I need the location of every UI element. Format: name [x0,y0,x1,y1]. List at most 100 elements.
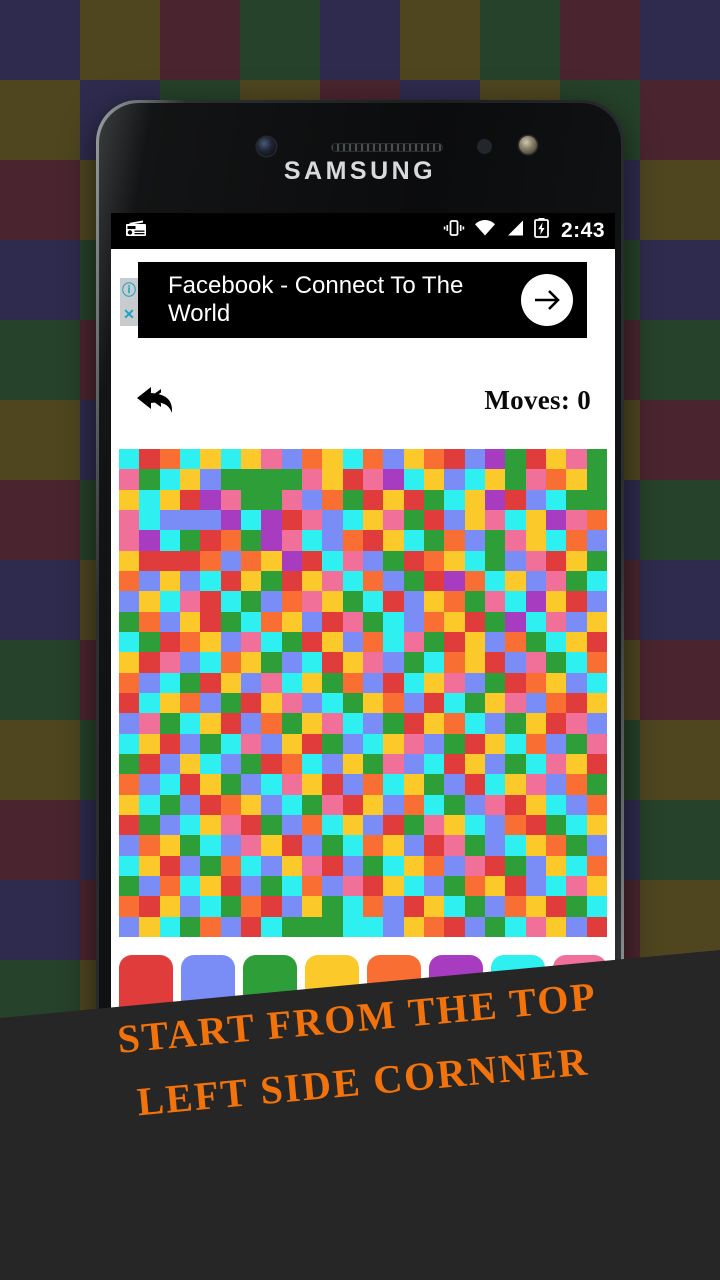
grid-cell[interactable] [566,896,587,917]
grid-cell[interactable] [220,794,241,815]
grid-cell[interactable] [586,835,607,856]
grid-cell[interactable] [403,876,424,897]
grid-cell[interactable] [159,550,180,571]
grid-cell[interactable] [139,571,160,592]
grid-cell[interactable] [525,489,546,510]
grid-cell[interactable] [119,530,140,551]
grid-cell[interactable] [119,733,140,754]
grid-cell[interactable] [119,754,140,775]
grid-cell[interactable] [383,693,404,714]
grid-cell[interactable] [302,591,323,612]
grid-cell[interactable] [180,754,201,775]
grid-cell[interactable] [281,876,302,897]
grid-cell[interactable] [586,530,607,551]
grid-cell[interactable] [566,835,587,856]
grid-cell[interactable] [302,672,323,693]
grid-cell[interactable] [241,652,262,673]
grid-cell[interactable] [302,896,323,917]
grid-cell[interactable] [261,550,282,571]
grid-cell[interactable] [261,652,282,673]
grid-cell[interactable] [241,896,262,917]
grid-cell[interactable] [525,815,546,836]
grid-cell[interactable] [464,489,485,510]
grid-cell[interactable] [525,713,546,734]
grid-cell[interactable] [586,794,607,815]
grid-cell[interactable] [119,510,140,531]
grid-cell[interactable] [139,754,160,775]
grid-cell[interactable] [200,632,221,653]
grid-cell[interactable] [444,774,465,795]
grid-cell[interactable] [424,571,445,592]
grid-cell[interactable] [566,652,587,673]
grid-cell[interactable] [241,835,262,856]
grid-cell[interactable] [444,672,465,693]
grid-cell[interactable] [302,449,323,470]
grid-cell[interactable] [424,550,445,571]
grid-cell[interactable] [525,876,546,897]
grid-cell[interactable] [525,469,546,490]
grid-cell[interactable] [363,591,384,612]
grid-cell[interactable] [586,896,607,917]
grid-cell[interactable] [119,794,140,815]
grid-cell[interactable] [505,449,526,470]
grid-cell[interactable] [363,510,384,531]
grid-cell[interactable] [200,713,221,734]
grid-cell[interactable] [220,571,241,592]
grid-cell[interactable] [220,815,241,836]
grid-cell[interactable] [525,733,546,754]
grid-cell[interactable] [302,510,323,531]
grid-cell[interactable] [180,794,201,815]
grid-cell[interactable] [485,855,506,876]
grid-cell[interactable] [281,713,302,734]
grid-cell[interactable] [586,713,607,734]
grid-cell[interactable] [586,632,607,653]
grid-cell[interactable] [261,489,282,510]
grid-cell[interactable] [241,530,262,551]
grid-cell[interactable] [220,510,241,531]
grid-cell[interactable] [424,794,445,815]
grid-cell[interactable] [464,510,485,531]
grid-cell[interactable] [403,794,424,815]
grid-cell[interactable] [302,652,323,673]
grid-cell[interactable] [200,611,221,632]
grid-cell[interactable] [363,672,384,693]
grid-cell[interactable] [342,896,363,917]
grid-cell[interactable] [485,489,506,510]
grid-cell[interactable] [342,632,363,653]
grid-cell[interactable] [261,713,282,734]
grid-cell[interactable] [363,713,384,734]
grid-cell[interactable] [139,733,160,754]
grid-cell[interactable] [424,469,445,490]
grid-cell[interactable] [403,774,424,795]
grid-cell[interactable] [322,469,343,490]
grid-cell[interactable] [139,855,160,876]
grid-cell[interactable] [383,530,404,551]
grid-cell[interactable] [485,916,506,937]
grid-cell[interactable] [139,591,160,612]
grid-cell[interactable] [342,469,363,490]
grid-cell[interactable] [241,632,262,653]
grid-cell[interactable] [200,855,221,876]
grid-cell[interactable] [139,530,160,551]
grid-cell[interactable] [485,733,506,754]
grid-cell[interactable] [403,510,424,531]
grid-cell[interactable] [200,489,221,510]
grid-cell[interactable] [566,713,587,734]
grid-cell[interactable] [119,693,140,714]
grid-cell[interactable] [119,632,140,653]
grid-cell[interactable] [403,449,424,470]
grid-cell[interactable] [139,835,160,856]
grid-cell[interactable] [342,672,363,693]
grid-cell[interactable] [383,774,404,795]
grid-cell[interactable] [261,896,282,917]
grid-cell[interactable] [566,794,587,815]
grid-cell[interactable] [281,449,302,470]
grid-cell[interactable] [464,754,485,775]
grid-cell[interactable] [180,652,201,673]
grid-cell[interactable] [505,835,526,856]
grid-cell[interactable] [261,591,282,612]
grid-cell[interactable] [485,835,506,856]
grid-cell[interactable] [261,530,282,551]
grid-cell[interactable] [119,815,140,836]
grid-cell[interactable] [322,713,343,734]
